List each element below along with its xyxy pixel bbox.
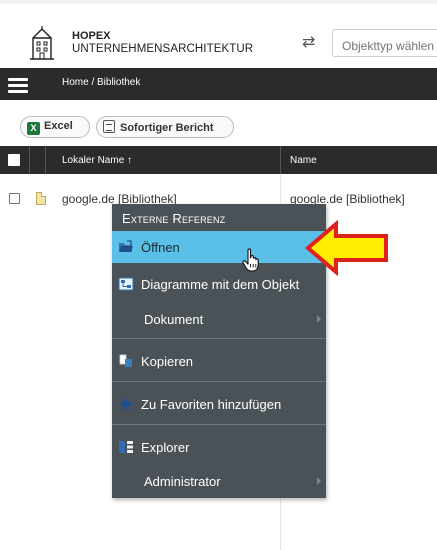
- copy-icon: [119, 354, 132, 367]
- submenu-arrow-icon: [317, 315, 321, 323]
- menu-item-label: Explorer: [141, 440, 190, 455]
- menu-item-explorer[interactable]: Explorer: [112, 431, 326, 463]
- document-icon: [36, 192, 46, 205]
- navigation-bar: Home / Bibliothek: [0, 68, 437, 100]
- select-all-checkbox[interactable]: [8, 154, 20, 166]
- instant-report-button[interactable]: Sofortiger Bericht: [96, 116, 234, 138]
- menu-item-administrator[interactable]: Administrator: [112, 465, 326, 497]
- menu-divider: [112, 424, 326, 425]
- list-toolbar: X Excel Sofortiger Bericht: [0, 100, 437, 146]
- report-icon: [103, 120, 115, 133]
- column-divider: [45, 146, 46, 174]
- column-divider: [29, 146, 30, 174]
- menu-item-copy[interactable]: Kopieren: [112, 345, 326, 377]
- app-header: HOPEX UNTERNEHMENSARCHITEKTUR ⇄: [0, 0, 437, 68]
- menu-item-open[interactable]: Öffnen: [112, 231, 326, 263]
- menu-item-add-favorites[interactable]: Zu Favoriten hinzufügen: [112, 388, 326, 420]
- explorer-icon: [119, 441, 133, 453]
- diagram-icon: [118, 277, 134, 291]
- star-icon: [118, 397, 134, 411]
- annotation-arrow-icon: [304, 220, 388, 276]
- context-menu-title: Externe Referenz: [122, 211, 226, 226]
- menu-item-label: Zu Favoriten hinzufügen: [141, 397, 282, 412]
- context-menu: Externe Referenz Öffnen Diagramme mit de…: [112, 204, 326, 498]
- brand-line-2: UNTERNEHMENSARCHITEKTUR: [72, 43, 254, 55]
- swap-icon[interactable]: ⇄: [302, 35, 315, 51]
- submenu-arrow-icon: [317, 477, 321, 485]
- brand-name: HOPEX UNTERNEHMENSARCHITEKTUR: [72, 30, 253, 56]
- report-button-label: Sofortiger Bericht: [120, 122, 214, 134]
- menu-item-label: Diagramme mit dem Objekt: [141, 277, 300, 292]
- building-logo-icon: [30, 26, 54, 60]
- open-folder-icon: [119, 240, 133, 252]
- menu-item-label: Kopieren: [141, 354, 194, 369]
- menu-item-label: Administrator: [144, 474, 221, 489]
- hamburger-menu-icon[interactable]: [8, 78, 28, 93]
- excel-button-label: Excel: [44, 120, 73, 132]
- breadcrumb[interactable]: Home / Bibliothek: [62, 77, 140, 88]
- table-header: Lokaler Name ↑ Name: [0, 146, 437, 174]
- row-checkbox[interactable]: [9, 193, 20, 204]
- menu-item-diagrams-with-object[interactable]: Diagramme mit dem Objekt: [112, 268, 326, 300]
- brand-line-1: HOPEX: [72, 30, 111, 42]
- menu-divider: [112, 338, 326, 339]
- excel-icon: X: [27, 122, 40, 135]
- column-divider: [280, 146, 281, 174]
- menu-divider: [112, 381, 326, 382]
- hand-cursor-icon: [242, 248, 259, 272]
- excel-export-button[interactable]: X Excel: [20, 116, 90, 138]
- menu-item-label: Dokument: [144, 312, 204, 327]
- column-header-local-name[interactable]: Lokaler Name ↑: [62, 155, 132, 166]
- object-type-input[interactable]: [332, 29, 437, 57]
- menu-item-document[interactable]: Dokument: [112, 303, 326, 335]
- column-header-name[interactable]: Name: [290, 155, 317, 166]
- menu-item-label: Öffnen: [141, 240, 180, 255]
